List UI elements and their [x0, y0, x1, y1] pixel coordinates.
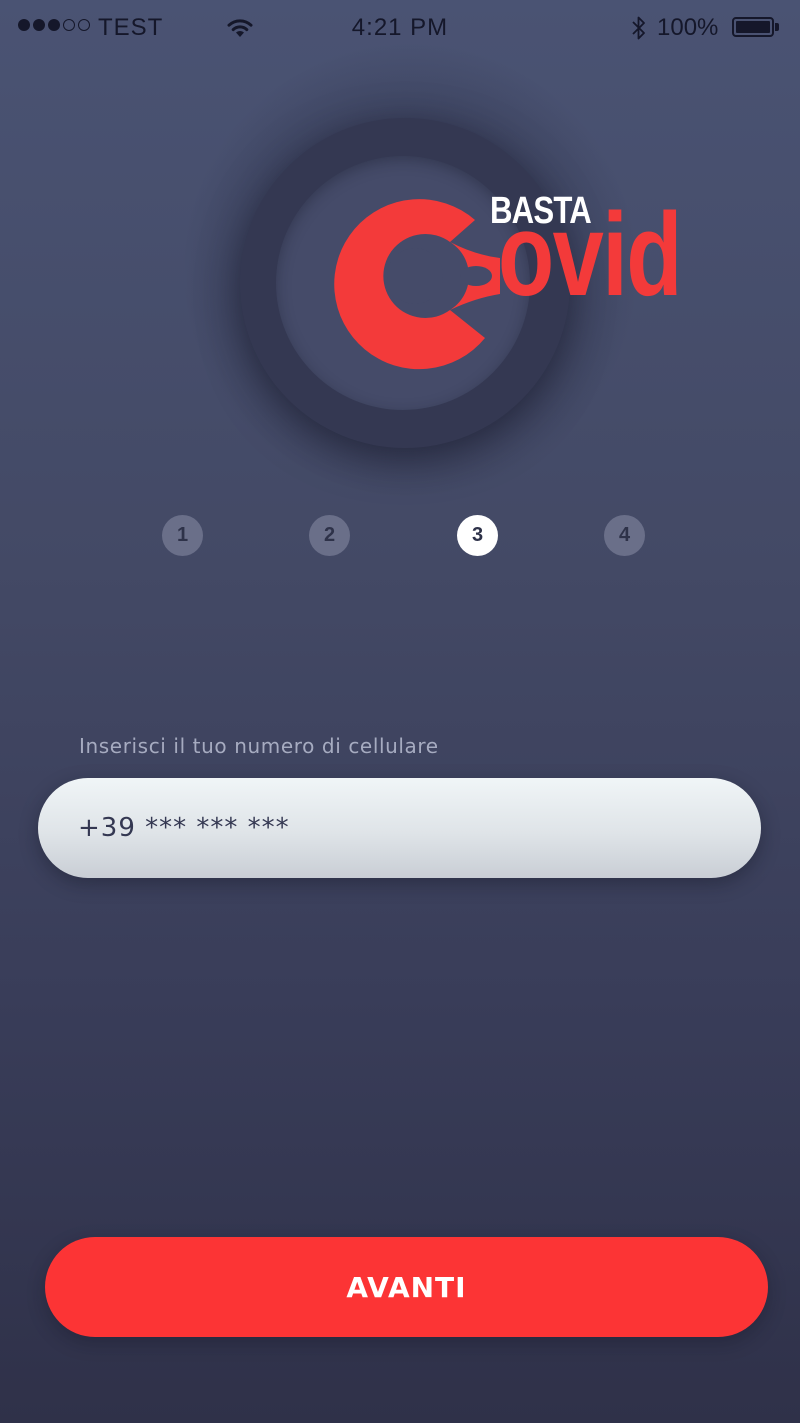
logo-ovid-text: ovid [498, 189, 683, 321]
phone-input[interactable] [78, 778, 718, 878]
step-2: 2 [309, 515, 350, 556]
battery-icon [732, 17, 774, 37]
bluetooth-icon [630, 14, 648, 49]
progress-stepper: 1 2 3 4 [0, 515, 800, 557]
step-3-active: 3 [457, 515, 498, 556]
phone-field[interactable] [38, 778, 761, 878]
step-1: 1 [162, 515, 203, 556]
battery-tip [775, 23, 779, 31]
avanti-button[interactable]: AVANTI [45, 1237, 768, 1337]
step-4: 4 [604, 515, 645, 556]
phone-label: Inserisci il tuo numero di cellulare [79, 734, 439, 758]
battery-percent: 100% [657, 14, 719, 41]
battery-fill [736, 21, 770, 33]
